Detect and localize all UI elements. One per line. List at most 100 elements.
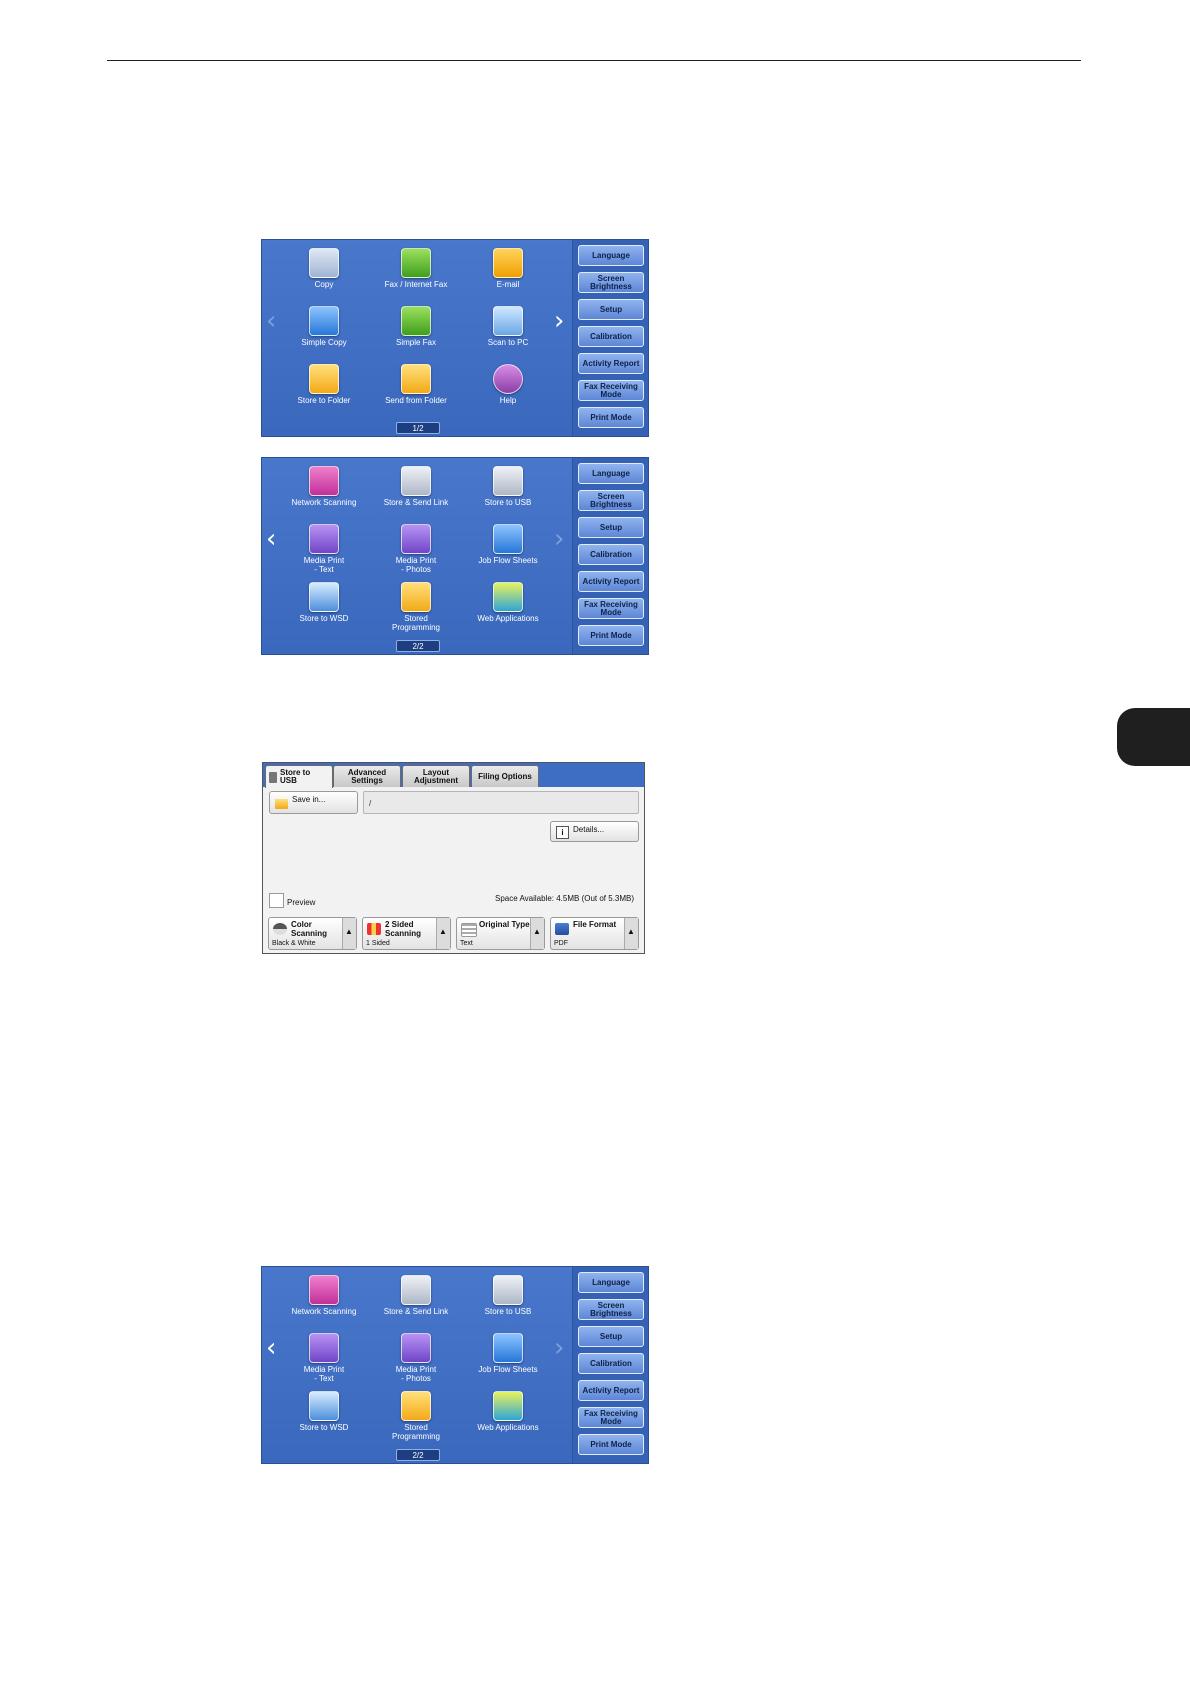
app-button-usb[interactable]: Store to USB: [463, 1275, 553, 1316]
web-applications-icon: [493, 582, 523, 612]
menu-button-screen-brightness[interactable]: Screen Brightness: [578, 272, 644, 293]
menu-button-print-mode[interactable]: Print Mode: [578, 407, 644, 428]
preview-checkbox[interactable]: [269, 893, 284, 908]
menu-button-screen-brightness[interactable]: Screen Brightness: [578, 1299, 644, 1320]
chevron-right-icon[interactable]: ›: [554, 526, 564, 552]
scroll-arrow[interactable]: ▲: [342, 918, 356, 949]
app-label: Fax / Internet Fax: [384, 280, 448, 289]
page-indicator: 1/2: [396, 422, 440, 434]
scroll-arrow[interactable]: ▲: [624, 918, 638, 949]
job-flow-sheets-icon: [493, 1333, 523, 1363]
menu-button-fax-receiving-mode[interactable]: Fax Receiving Mode: [578, 1407, 644, 1428]
app-label: Store to USB: [484, 498, 532, 507]
menu-button-fax-receiving-mode[interactable]: Fax Receiving Mode: [578, 380, 644, 401]
app-button-usb[interactable]: Store to USB: [463, 466, 553, 507]
menu-button-calibration[interactable]: Calibration: [578, 326, 644, 347]
app-button-scan-to-pc[interactable]: Scan to PC: [463, 306, 553, 347]
network-scanning-icon: [309, 466, 339, 496]
save-in-label: Save in...: [292, 795, 326, 804]
app-button-media-print-photos[interactable]: Media Print - Photos: [371, 524, 461, 574]
menu-button-setup[interactable]: Setup: [578, 517, 644, 538]
app-button-media-print-photos[interactable]: Media Print - Photos: [371, 1333, 461, 1383]
scroll-arrow[interactable]: ▲: [530, 918, 544, 949]
page-indicator: 2/2: [396, 640, 440, 652]
page-indicator: 2/2: [396, 1449, 440, 1461]
app-label: Job Flow Sheets: [478, 556, 538, 565]
app-button-media-print-text[interactable]: Media Print - Text: [279, 1333, 369, 1383]
menu-button-fax-receiving-mode[interactable]: Fax Receiving Mode: [578, 598, 644, 619]
app-button-job-flow-sheets[interactable]: Job Flow Sheets: [463, 1333, 553, 1374]
app-label: Simple Copy: [301, 338, 347, 347]
help-icon: [493, 364, 523, 394]
file-format-button[interactable]: File Format PDF ▲: [550, 917, 639, 950]
menu-button-activity-report[interactable]: Activity Report: [578, 571, 644, 592]
scroll-arrow[interactable]: ▲: [436, 918, 450, 949]
chevron-left-icon[interactable]: ‹: [266, 308, 276, 334]
app-button-network-scanning[interactable]: Network Scanning: [279, 1275, 369, 1316]
document-icon: [461, 923, 477, 937]
menu-button-setup[interactable]: Setup: [578, 1326, 644, 1347]
wsd-icon: [309, 582, 339, 612]
menu-button-calibration[interactable]: Calibration: [578, 544, 644, 565]
menu-button-language[interactable]: Language: [578, 245, 644, 266]
menu-button-setup[interactable]: Setup: [578, 299, 644, 320]
app-button-fax[interactable]: Fax / Internet Fax: [371, 248, 461, 289]
app-label: Media Print - Photos: [395, 556, 437, 574]
app-button-send-from-folder[interactable]: Send from Folder: [371, 364, 461, 405]
menu-button-calibration[interactable]: Calibration: [578, 1353, 644, 1374]
store-send-link-icon: [401, 1275, 431, 1305]
triangle-up-icon: ▲: [627, 927, 635, 936]
tab-layout-adjustment[interactable]: Layout Adjustment: [402, 765, 470, 787]
app-button-stored-programming[interactable]: Stored Programming: [371, 582, 461, 632]
folder-icon: [309, 364, 339, 394]
app-label: Send from Folder: [385, 396, 447, 405]
app-button-wsd[interactable]: Store to WSD: [279, 582, 369, 623]
menu-button-activity-report[interactable]: Activity Report: [578, 1380, 644, 1401]
app-button-web-applications[interactable]: Web Applications: [463, 582, 553, 623]
media-print-photos-icon: [401, 524, 431, 554]
tab-store-to-usb[interactable]: Store to USB: [265, 765, 333, 788]
tab-bar: Store to USB Advanced Settings Layout Ad…: [263, 763, 644, 788]
app-button-stored-programming[interactable]: Stored Programming: [371, 1391, 461, 1441]
original-type-button[interactable]: Original Type Text ▲: [456, 917, 545, 950]
app-button-help[interactable]: Help: [463, 364, 553, 405]
app-button-web-applications[interactable]: Web Applications: [463, 1391, 553, 1432]
menu-button-print-mode[interactable]: Print Mode: [578, 625, 644, 646]
app-button-copy[interactable]: Copy: [279, 248, 369, 289]
media-print-photos-icon: [401, 1333, 431, 1363]
menu-button-screen-brightness[interactable]: Screen Brightness: [578, 490, 644, 511]
tab-filing-options[interactable]: Filing Options: [471, 765, 539, 787]
chevron-right-icon[interactable]: ›: [554, 308, 564, 334]
menu-button-language[interactable]: Language: [578, 463, 644, 484]
app-button-simple-copy[interactable]: Simple Copy: [279, 306, 369, 347]
app-button-folder[interactable]: Store to Folder: [279, 364, 369, 405]
app-button-email[interactable]: E-mail: [463, 248, 553, 289]
tab-label: Layout Adjustment: [414, 767, 458, 785]
save-location-field: /: [363, 791, 639, 814]
app-button-wsd[interactable]: Store to WSD: [279, 1391, 369, 1432]
app-label: Store to Folder: [297, 396, 351, 405]
app-label: Store to WSD: [299, 614, 349, 623]
menu-button-language[interactable]: Language: [578, 1272, 644, 1293]
media-print-text-icon: [309, 524, 339, 554]
two-sided-scanning-button[interactable]: 2 Sided Scanning 1 Sided ▲: [362, 917, 451, 950]
app-button-store-send-link[interactable]: Store & Send Link: [371, 1275, 461, 1316]
app-button-simple-fax[interactable]: Simple Fax: [371, 306, 461, 347]
chevron-left-icon[interactable]: ‹: [266, 1335, 276, 1361]
app-button-job-flow-sheets[interactable]: Job Flow Sheets: [463, 524, 553, 565]
app-button-media-print-text[interactable]: Media Print - Text: [279, 524, 369, 574]
color-scanning-icon: [273, 923, 287, 935]
color-scanning-button[interactable]: Color Scanning Black & White ▲: [268, 917, 357, 950]
save-in-button[interactable]: Save in...: [269, 791, 358, 814]
menu-button-print-mode[interactable]: Print Mode: [578, 1434, 644, 1455]
menu-button-activity-report[interactable]: Activity Report: [578, 353, 644, 374]
app-button-store-send-link[interactable]: Store & Send Link: [371, 466, 461, 507]
app-label: Store & Send Link: [383, 498, 449, 507]
fax-icon: [401, 248, 431, 278]
chevron-right-icon[interactable]: ›: [554, 1335, 564, 1361]
chevron-left-icon[interactable]: ‹: [266, 526, 276, 552]
tab-advanced-settings[interactable]: Advanced Settings: [333, 765, 401, 787]
network-scanning-icon: [309, 1275, 339, 1305]
app-button-network-scanning[interactable]: Network Scanning: [279, 466, 369, 507]
details-button[interactable]: i Details...: [550, 821, 639, 842]
